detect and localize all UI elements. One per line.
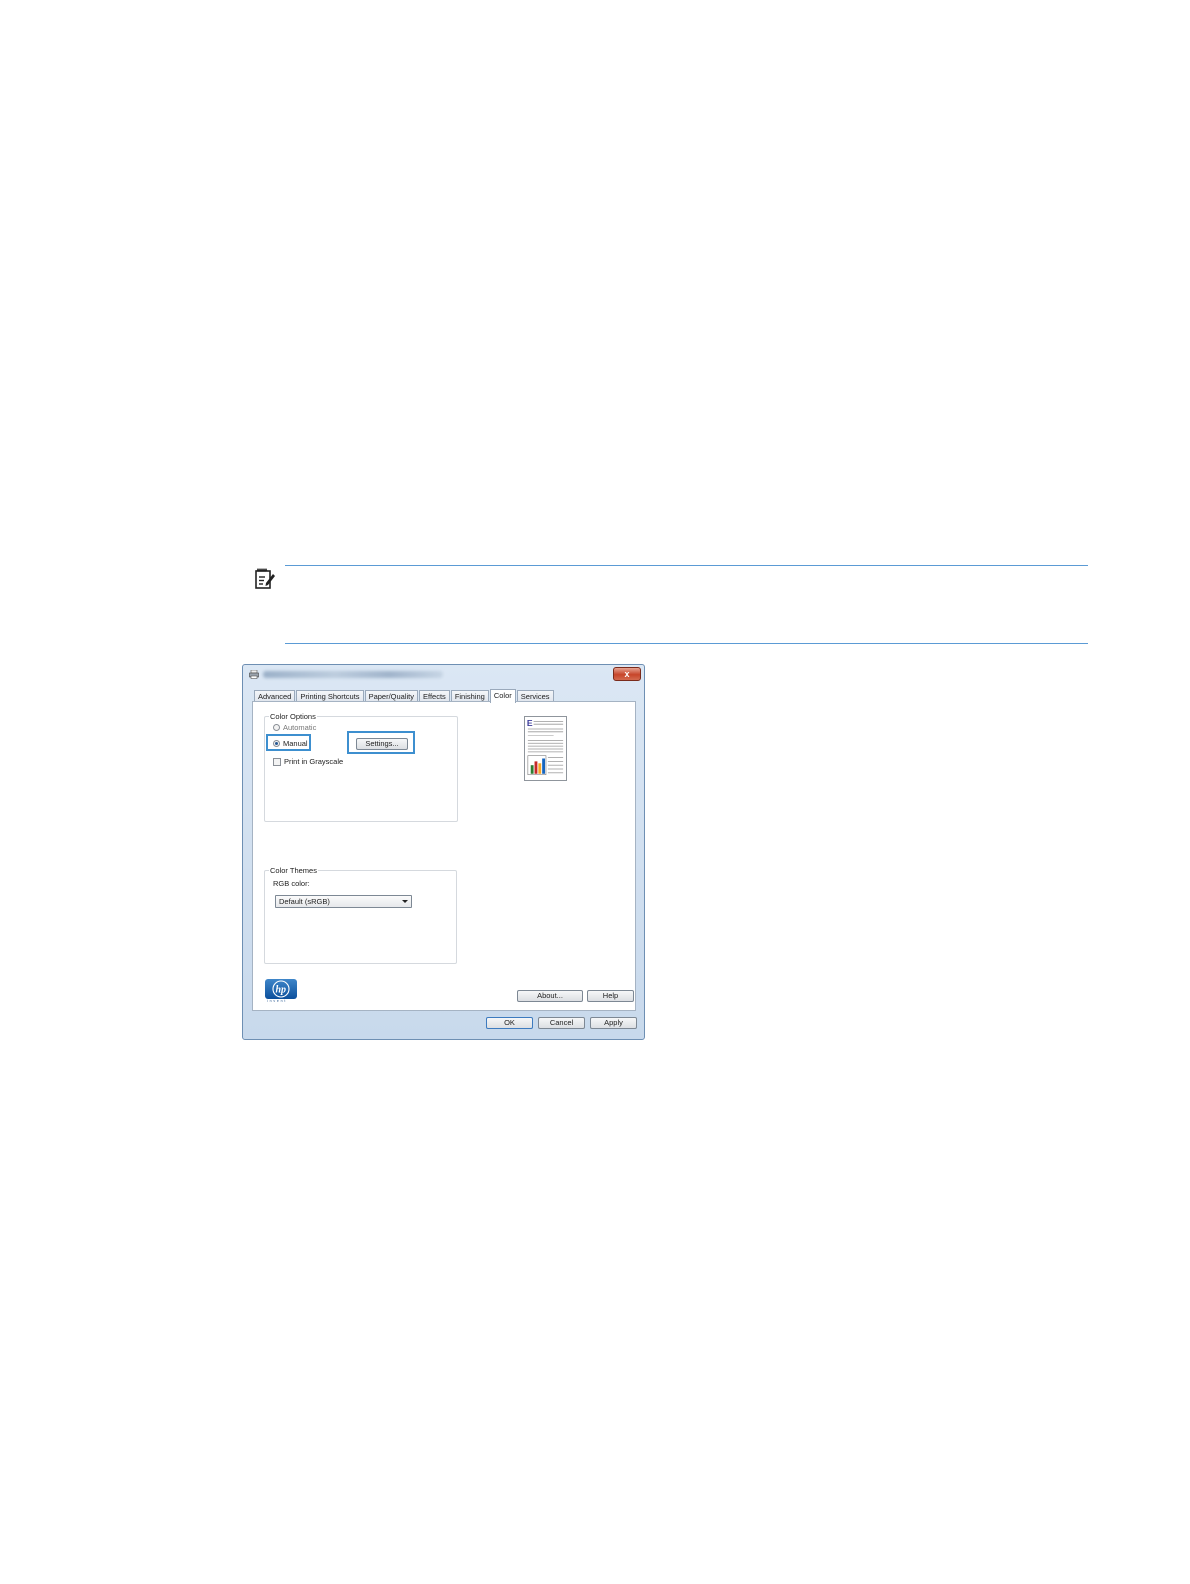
note-icon bbox=[255, 568, 275, 589]
about-button[interactable]: About... bbox=[517, 990, 583, 1002]
cancel-button[interactable]: Cancel bbox=[538, 1017, 585, 1029]
tab-strip: Advanced Printing Shortcuts Paper/Qualit… bbox=[254, 688, 555, 703]
settings-highlight-box bbox=[347, 731, 415, 754]
hp-logo-badge: hp bbox=[265, 979, 297, 999]
manual-highlight-box bbox=[266, 734, 311, 751]
grayscale-label: Print in Grayscale bbox=[284, 757, 344, 766]
automatic-label: Automatic bbox=[283, 723, 317, 732]
grayscale-row[interactable]: Print in Grayscale bbox=[273, 757, 343, 766]
close-button[interactable]: x bbox=[613, 667, 641, 681]
hp-logo: hp invent bbox=[265, 979, 297, 1003]
hp-logo-mark: hp bbox=[272, 980, 290, 998]
apply-button[interactable]: Apply bbox=[590, 1017, 637, 1029]
color-options-label: Color Options bbox=[269, 712, 317, 721]
color-options-group: Color Options Automatic Manual Settings.… bbox=[264, 712, 458, 822]
close-icon: x bbox=[624, 669, 630, 679]
grayscale-checkbox[interactable] bbox=[273, 757, 281, 766]
note-bottom-rule bbox=[285, 643, 1088, 644]
color-themes-group: Color Themes RGB color: Default (sRGB) bbox=[264, 866, 457, 964]
automatic-radio-row[interactable]: Automatic bbox=[273, 723, 316, 732]
hp-logo-tagline: invent bbox=[267, 999, 288, 1003]
printer-icon bbox=[249, 670, 259, 679]
hp-logo-text: hp bbox=[276, 985, 287, 996]
tab-color[interactable]: Color bbox=[489, 689, 516, 703]
rgb-color-label: RGB color: bbox=[273, 879, 310, 888]
rgb-color-select[interactable]: Default (sRGB) bbox=[275, 895, 412, 908]
title-bar: x bbox=[243, 665, 644, 687]
dropdown-arrow-icon[interactable] bbox=[402, 900, 408, 903]
printer-properties-dialog: x Advanced Printing Shortcuts Paper/Qual… bbox=[242, 664, 645, 1040]
window-title-blurred bbox=[263, 671, 443, 678]
svg-text:E: E bbox=[527, 718, 533, 728]
automatic-radio[interactable] bbox=[273, 724, 280, 731]
ok-button[interactable]: OK bbox=[486, 1017, 533, 1029]
color-tab-panel: Color Options Automatic Manual Settings.… bbox=[252, 701, 636, 1011]
color-themes-label: Color Themes bbox=[269, 866, 318, 875]
help-button[interactable]: Help bbox=[587, 990, 634, 1002]
note-top-rule bbox=[285, 565, 1088, 566]
rgb-color-value: Default (sRGB) bbox=[279, 897, 330, 906]
page-preview: E bbox=[524, 716, 567, 781]
